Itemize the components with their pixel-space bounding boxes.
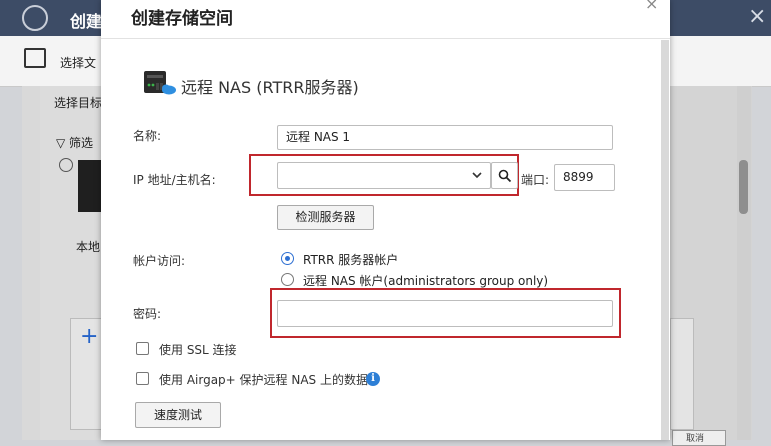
filter-icon: ▽ <box>56 136 70 150</box>
chevron-down-icon[interactable] <box>472 171 482 179</box>
background-cancel-label: 取消 <box>686 434 705 444</box>
airgap-checkbox[interactable] <box>136 372 149 385</box>
app-close-icon[interactable]: × <box>748 4 766 29</box>
ssl-checkbox[interactable] <box>136 342 149 355</box>
password-field[interactable] <box>277 300 613 327</box>
app-title: 创建 <box>70 12 103 31</box>
close-icon[interactable]: × <box>645 0 658 13</box>
name-field[interactable]: 远程 NAS 1 <box>277 125 613 150</box>
remote-nas-account-label[interactable]: 远程 NAS 帐户(administrators group only) <box>303 272 548 289</box>
ip-label: IP 地址/主机名: <box>133 173 216 187</box>
app-logo-icon <box>22 5 48 31</box>
info-icon[interactable]: i <box>366 372 380 386</box>
name-label: 名称: <box>133 129 162 143</box>
file-select-icon[interactable] <box>24 48 46 68</box>
select-target-text: 选择目标 <box>54 96 103 110</box>
search-button[interactable] <box>491 162 518 189</box>
create-storage-dialog: 创建存储空间 × 远程 NAS (RTRR服务器) 名称: 远程 NAS 1 I… <box>101 0 670 440</box>
toolbar-label[interactable]: 选择文 <box>60 54 96 71</box>
dialog-title: 创建存储空间 <box>131 9 233 29</box>
rtrr-account-radio[interactable] <box>281 252 294 265</box>
remote-nas-title: 远程 NAS (RTRR服务器) <box>181 78 359 97</box>
account-access-label: 帐户访问: <box>133 254 186 268</box>
filter-text: 筛选 <box>69 136 94 150</box>
port-label: 端口: <box>521 173 550 187</box>
ip-address-select[interactable] <box>277 162 491 189</box>
airgap-label[interactable]: 使用 Airgap+ 保护远程 NAS 上的数据 <box>159 371 368 388</box>
dialog-header: 创建存储空间 × <box>101 0 670 39</box>
background-scrollbar[interactable] <box>737 86 751 440</box>
background-scrollbar-thumb[interactable] <box>739 160 748 214</box>
background-right-box <box>670 318 694 430</box>
remote-nas-account-radio[interactable] <box>281 273 294 286</box>
dialog-scrollbar[interactable] <box>661 40 669 440</box>
search-icon <box>498 169 512 183</box>
ssl-label[interactable]: 使用 SSL 连接 <box>159 341 237 358</box>
nas-device-icon <box>144 71 176 95</box>
port-field[interactable]: 8899 <box>554 164 615 191</box>
detect-server-button[interactable]: 检测服务器 <box>277 205 374 230</box>
add-icon[interactable]: + <box>80 324 98 349</box>
rtrr-account-label[interactable]: RTRR 服务器帐户 <box>303 251 398 268</box>
local-label: 本地 <box>76 240 101 254</box>
speed-test-button[interactable]: 速度测试 <box>135 402 221 428</box>
password-label: 密码: <box>133 307 162 321</box>
filter-label[interactable]: ▽ 筛选 <box>56 134 93 151</box>
device-radio[interactable] <box>59 158 73 172</box>
nas-device-image <box>78 160 102 212</box>
